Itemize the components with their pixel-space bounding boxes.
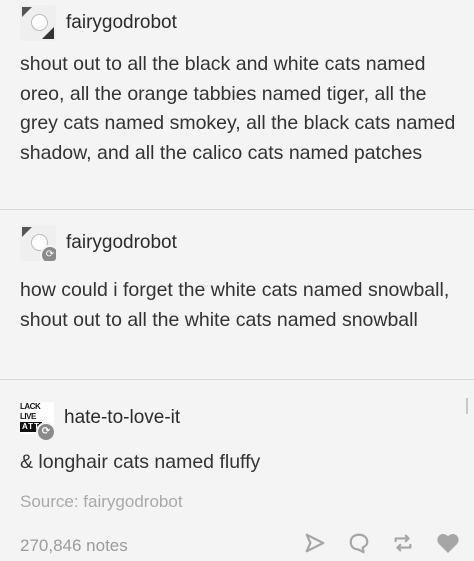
username[interactable]: hate-to-love-it	[64, 407, 180, 429]
avatar-decoration	[22, 7, 32, 17]
reblog-badge-icon: ⟳	[36, 422, 56, 442]
divider	[0, 209, 474, 210]
avatar[interactable]	[20, 5, 56, 41]
username[interactable]: fairygodrobot	[66, 12, 177, 34]
post-actions	[304, 532, 460, 554]
post-3-header: LACK LIVE ATT ⟳ hate-to-love-it	[20, 402, 180, 442]
reply-icon[interactable]	[348, 532, 370, 554]
reblog-badge-icon: ⟳	[40, 245, 56, 261]
heart-icon[interactable]	[436, 532, 460, 554]
avatar[interactable]: LACK LIVE ATT ⟳	[20, 402, 56, 442]
username[interactable]: fairygodrobot	[66, 232, 177, 254]
avatar[interactable]: ⟳	[20, 225, 56, 261]
reblog-icon[interactable]	[392, 532, 414, 554]
post-2-header: ⟳ fairygodrobot	[20, 225, 177, 261]
post-text: shout out to all the black and white cat…	[20, 53, 456, 164]
source-link[interactable]: Source: fairygodrobot	[20, 492, 183, 512]
scrollbar[interactable]	[466, 398, 468, 414]
post-1-header: fairygodrobot	[20, 5, 177, 41]
avatar-decoration	[22, 227, 32, 237]
post-text: how could i forget the white cats named …	[20, 279, 450, 331]
avatar-text-line: LACK LIVE	[20, 402, 41, 421]
post-text: & longhair cats named fluffy	[20, 451, 261, 473]
notes-count[interactable]: 270,846 notes	[20, 536, 128, 556]
divider	[0, 379, 474, 380]
share-icon[interactable]	[304, 532, 326, 554]
avatar-decoration	[31, 14, 48, 31]
